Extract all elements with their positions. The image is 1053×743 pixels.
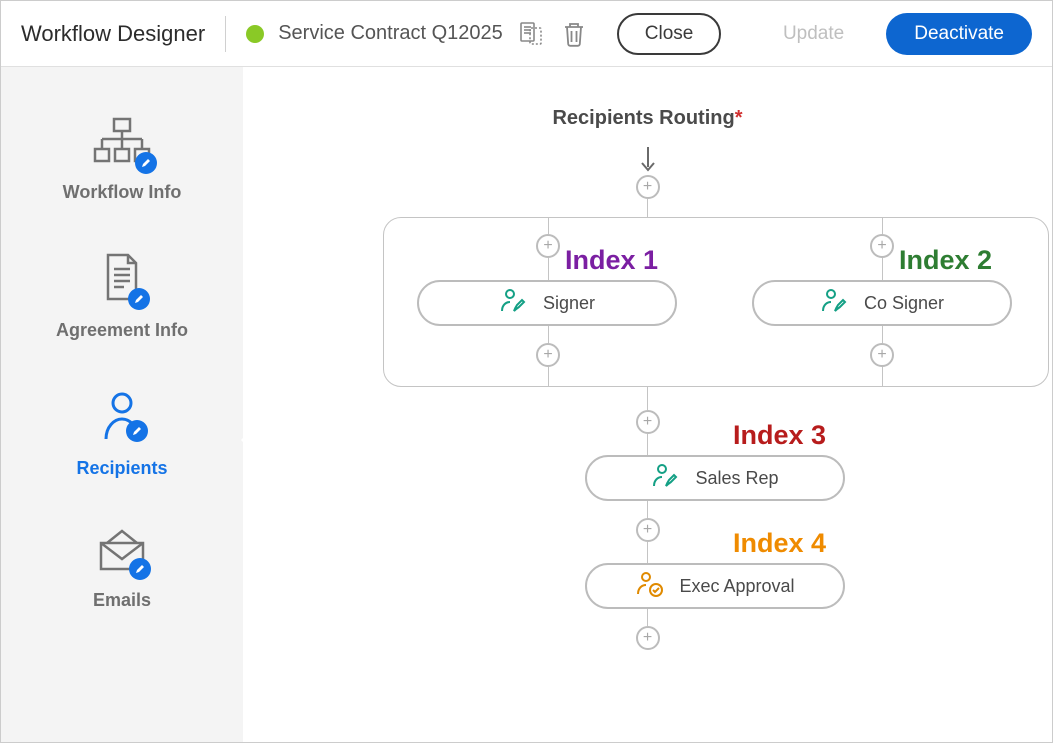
index-label-4: Index 4 <box>733 528 826 559</box>
edit-badge-icon <box>128 288 150 310</box>
connector <box>647 199 648 217</box>
signer-icon <box>651 462 681 495</box>
document-icon <box>100 253 144 308</box>
app-title: Workflow Designer <box>21 21 205 47</box>
sidebar-item-agreement-info[interactable]: Agreement Info <box>1 233 243 371</box>
close-button-label: Close <box>645 23 694 45</box>
copy-icon[interactable] <box>517 20 545 48</box>
index-label-2: Index 2 <box>899 245 992 276</box>
add-recipient-button[interactable] <box>636 626 660 650</box>
arrow-down-icon <box>640 145 656 178</box>
trash-icon[interactable] <box>561 20 587 48</box>
connector <box>548 217 549 234</box>
header-separator <box>225 16 226 52</box>
deactivate-button[interactable]: Deactivate <box>886 13 1032 55</box>
sidebar: Workflow Info <box>1 67 243 742</box>
recipient-label: Signer <box>543 293 595 314</box>
required-star: * <box>735 107 743 129</box>
sidebar-item-label: Agreement Info <box>56 320 188 341</box>
edit-badge-icon <box>135 152 157 174</box>
person-icon <box>102 391 142 446</box>
recipient-label: Sales Rep <box>695 468 778 489</box>
status-indicator <box>246 25 264 43</box>
header: Workflow Designer Service Contract Q1202… <box>1 1 1052 67</box>
sidebar-item-label: Recipients <box>76 458 167 479</box>
connector <box>647 542 648 563</box>
connector <box>647 434 648 455</box>
edit-badge-icon <box>129 558 151 580</box>
connector <box>548 326 549 343</box>
sidebar-item-label: Emails <box>93 590 151 611</box>
email-icon <box>97 529 147 578</box>
document-name: Service Contract Q12025 <box>278 22 503 45</box>
connector <box>882 217 883 234</box>
add-recipient-button[interactable] <box>536 234 560 258</box>
deactivate-button-label: Deactivate <box>914 23 1004 45</box>
signer-icon <box>499 287 529 320</box>
approver-icon <box>635 570 665 603</box>
sidebar-item-emails[interactable]: Emails <box>1 509 243 641</box>
recipient-label: Exec Approval <box>679 576 794 597</box>
index-label-3: Index 3 <box>733 420 826 451</box>
routing-title-text: Recipients Routing <box>552 107 734 129</box>
signer-icon <box>820 287 850 320</box>
connector <box>647 501 648 518</box>
recipient-pill-salesrep[interactable]: Sales Rep <box>585 455 845 501</box>
connector <box>882 258 883 280</box>
index-label-1: Index 1 <box>565 245 658 276</box>
connector <box>548 367 549 387</box>
add-recipient-button[interactable] <box>870 234 894 258</box>
update-button-label: Update <box>783 23 844 45</box>
connector <box>647 609 648 626</box>
add-recipient-button[interactable] <box>636 518 660 542</box>
connector <box>647 387 648 410</box>
add-recipient-button[interactable] <box>536 343 560 367</box>
routing-title: Recipients Routing* <box>552 107 742 130</box>
workflow-icon <box>91 117 153 170</box>
recipient-pill-cosigner[interactable]: Co Signer <box>752 280 1012 326</box>
recipient-label: Co Signer <box>864 293 944 314</box>
edit-badge-icon <box>126 420 148 442</box>
sidebar-item-recipients[interactable]: Recipients <box>1 371 243 509</box>
add-recipient-button[interactable] <box>870 343 894 367</box>
update-button: Update <box>755 13 872 55</box>
recipient-pill-signer[interactable]: Signer <box>417 280 677 326</box>
routing-canvas: Recipients Routing* Index 1 <box>243 67 1052 742</box>
add-recipient-button[interactable] <box>636 175 660 199</box>
connector <box>882 367 883 387</box>
sidebar-item-label: Workflow Info <box>63 182 182 203</box>
connector <box>882 326 883 343</box>
close-button[interactable]: Close <box>617 13 722 55</box>
recipient-pill-exec[interactable]: Exec Approval <box>585 563 845 609</box>
connector <box>548 258 549 280</box>
sidebar-item-workflow-info[interactable]: Workflow Info <box>1 97 243 233</box>
add-recipient-button[interactable] <box>636 410 660 434</box>
